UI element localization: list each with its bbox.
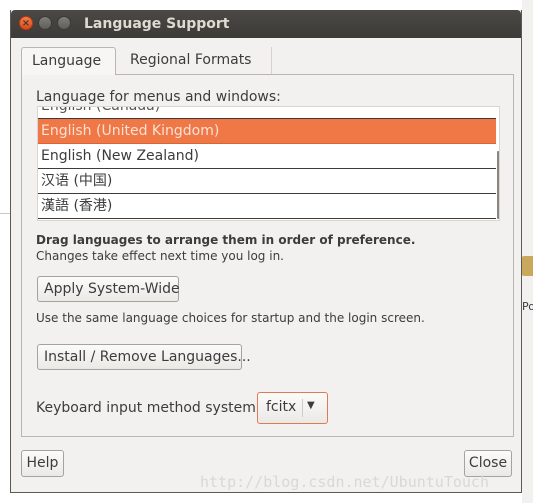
- desktop-text-fragment: Po: [522, 300, 533, 313]
- close-window-icon[interactable]: ×: [19, 16, 33, 30]
- install-remove-languages-button[interactable]: Install / Remove Languages...: [37, 344, 251, 370]
- title-bar: × Language Support: [11, 10, 521, 38]
- language-tab-panel: Language for menus and windows: English …: [21, 74, 514, 437]
- desktop-folder-icon: [522, 256, 533, 276]
- same-choices-hint: Use the same language choices for startu…: [36, 311, 425, 325]
- tab-language[interactable]: Language: [21, 47, 116, 75]
- background-divider: [0, 213, 10, 214]
- list-item-selected[interactable]: English (United Kingdom): [38, 119, 496, 144]
- changes-hint-text: Changes take effect next time you log in…: [36, 249, 284, 263]
- list-item[interactable]: 漢語 (香港): [38, 194, 496, 219]
- dropdown-arrow-icon: ▼: [307, 400, 315, 411]
- language-list[interactable]: English (Canada) English (United Kingdom…: [37, 106, 500, 221]
- list-item[interactable]: English (New Zealand): [38, 144, 496, 169]
- drag-hint-text: Drag languages to arrange them in order …: [36, 233, 416, 247]
- keyboard-input-method-value: fcitx: [266, 399, 297, 415]
- desktop-background: [522, 0, 533, 503]
- list-item[interactable]: 汉语 (中国): [38, 169, 496, 194]
- keyboard-input-label: Keyboard input method system:: [36, 400, 261, 416]
- list-item[interactable]: English (Canada): [38, 107, 496, 119]
- maximize-window-icon[interactable]: [57, 16, 71, 30]
- watermark: http://blog.csdn.net/UbuntuTouch: [200, 473, 489, 491]
- tab-regional-formats[interactable]: Regional Formats: [120, 47, 272, 75]
- window-title: Language Support: [84, 16, 230, 32]
- minimize-window-icon[interactable]: [38, 16, 52, 30]
- help-button[interactable]: Help: [21, 450, 64, 477]
- language-support-window: × Language Support Language Regional For…: [10, 10, 522, 493]
- list-scrollbar[interactable]: [497, 151, 499, 219]
- keyboard-input-method-select[interactable]: fcitx ▼: [257, 392, 328, 424]
- apply-system-wide-button[interactable]: Apply System-Wide: [37, 276, 180, 302]
- menus-language-label: Language for menus and windows:: [36, 89, 281, 105]
- combo-separator: [302, 399, 303, 417]
